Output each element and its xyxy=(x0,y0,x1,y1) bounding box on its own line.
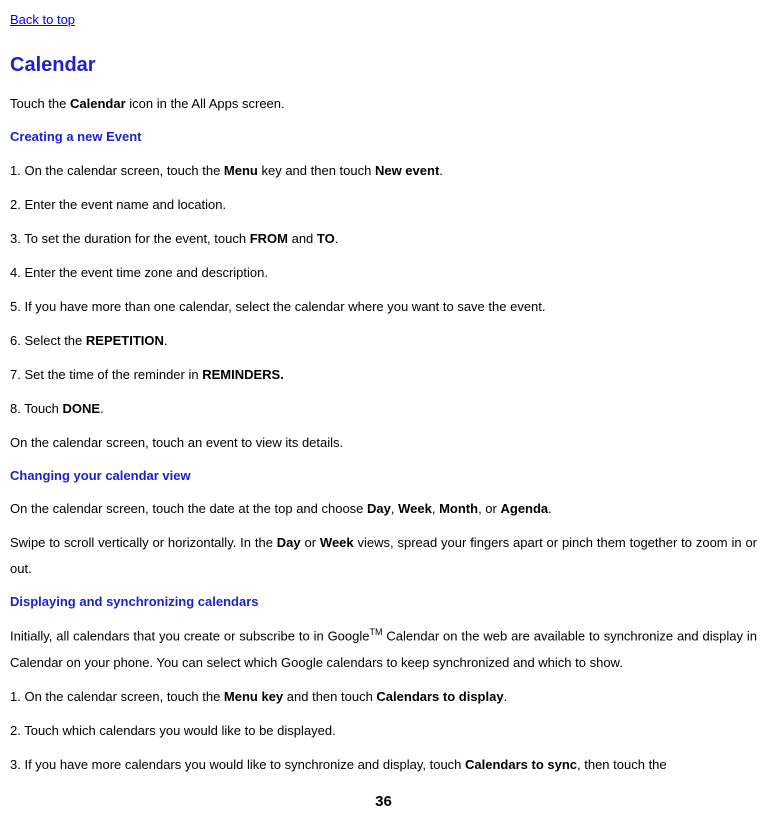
changing-2: Swipe to scroll vertically or horizontal… xyxy=(10,530,757,582)
bold-text: Agenda xyxy=(500,501,548,516)
heading-display-sync: Displaying and synchronizing calendars xyxy=(10,592,757,613)
step-6: 6. Select the REPETITION. xyxy=(10,328,757,354)
text: . xyxy=(439,163,443,178)
bold-text: TO xyxy=(317,231,335,246)
text: 6. Select the xyxy=(10,333,86,348)
step-1: 1. On the calendar screen, touch the Men… xyxy=(10,158,757,184)
after-steps-text: On the calendar screen, touch an event t… xyxy=(10,430,757,456)
text: 8. Touch xyxy=(10,401,63,416)
text: 3. To set the duration for the event, to… xyxy=(10,231,250,246)
display-step-3: 3. If you have more calendars you would … xyxy=(10,752,757,778)
text: Touch the xyxy=(10,96,70,111)
intro-text: Touch the Calendar icon in the All Apps … xyxy=(10,91,757,117)
text: and then touch xyxy=(283,689,376,704)
text: 7. Set the time of the reminder in xyxy=(10,367,202,382)
superscript: TM xyxy=(370,627,383,637)
display-intro: Initially, all calendars that you create… xyxy=(10,623,757,675)
bold-text: REPETITION xyxy=(86,333,164,348)
text: . xyxy=(164,333,168,348)
bold-text: Day xyxy=(367,501,391,516)
bold-text: Menu key xyxy=(224,689,283,704)
bold-text: New event xyxy=(375,163,439,178)
step-2: 2. Enter the event name and location. xyxy=(10,192,757,218)
step-4: 4. Enter the event time zone and descrip… xyxy=(10,260,757,286)
bold-text: Menu xyxy=(224,163,258,178)
text: 1. On the calendar screen, touch the xyxy=(10,163,224,178)
bold-text: Calendar xyxy=(70,96,126,111)
text: , then touch the xyxy=(577,757,667,772)
text: . xyxy=(548,501,552,516)
text: . xyxy=(504,689,508,704)
text: Swipe to scroll vertically or horizontal… xyxy=(10,535,277,550)
text: or xyxy=(301,535,320,550)
bold-text: DONE xyxy=(63,401,101,416)
bold-text: Month xyxy=(439,501,478,516)
step-7: 7. Set the time of the reminder in REMIN… xyxy=(10,362,757,388)
back-to-top-link[interactable]: Back to top xyxy=(10,10,75,31)
step-8: 8. Touch DONE. xyxy=(10,396,757,422)
text: icon in the All Apps screen. xyxy=(126,96,285,111)
bold-text: Calendars to display xyxy=(376,689,503,704)
changing-1: On the calendar screen, touch the date a… xyxy=(10,496,757,522)
bold-text: Calendars to sync xyxy=(465,757,577,772)
bold-text: FROM xyxy=(250,231,288,246)
bold-text: Week xyxy=(320,535,354,550)
text: . xyxy=(100,401,104,416)
text: 1. On the calendar screen, touch the xyxy=(10,689,224,704)
step-3: 3. To set the duration for the event, to… xyxy=(10,226,757,252)
text: , or xyxy=(478,501,500,516)
heading-changing-view: Changing your calendar view xyxy=(10,466,757,487)
display-step-1: 1. On the calendar screen, touch the Men… xyxy=(10,684,757,710)
heading-create-event: Creating a new Event xyxy=(10,127,757,148)
bold-text: Day xyxy=(277,535,301,550)
step-5: 5. If you have more than one calendar, s… xyxy=(10,294,757,320)
display-step-2: 2. Touch which calendars you would like … xyxy=(10,718,757,744)
page-title: Calendar xyxy=(10,49,757,81)
text: . xyxy=(335,231,339,246)
text: and xyxy=(288,231,317,246)
text: On the calendar screen, touch the date a… xyxy=(10,501,367,516)
text: , xyxy=(432,501,439,516)
bold-text: Week xyxy=(398,501,432,516)
text: key and then touch xyxy=(258,163,375,178)
text: Initially, all calendars that you create… xyxy=(10,629,370,644)
text: 3. If you have more calendars you would … xyxy=(10,757,465,772)
bold-text: REMINDERS. xyxy=(202,367,284,382)
page-number: 36 xyxy=(10,790,757,814)
